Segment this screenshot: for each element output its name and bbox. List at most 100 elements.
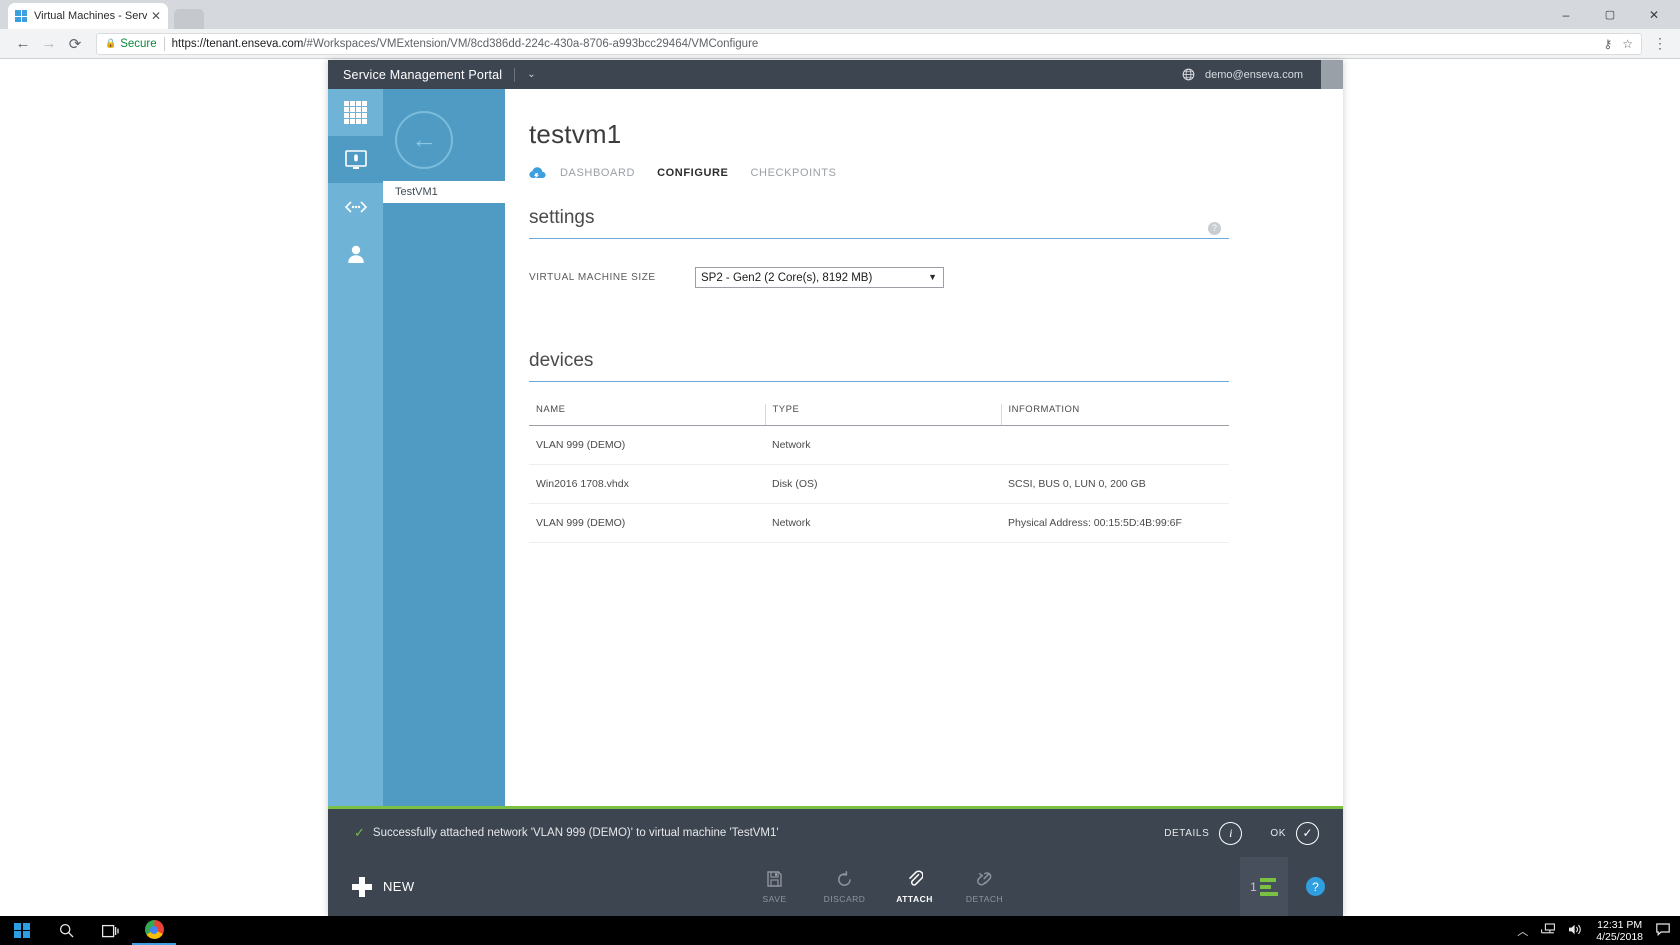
cell-information: Physical Address: 00:15:5D:4B:99:6F <box>1001 503 1229 543</box>
tab-dashboard[interactable]: DASHBOARD <box>560 167 635 179</box>
chrome-browser-window: Virtual Machines - Servic ✕ – ▢ ✕ ← → ⟳ … <box>0 0 1680 916</box>
tab-checkpoints[interactable]: CHECKPOINTS <box>751 167 837 179</box>
forward-icon[interactable]: → <box>36 31 62 57</box>
sidebar-item-virtual-machines[interactable] <box>328 136 383 183</box>
log-bars-icon <box>1259 877 1278 896</box>
service-management-portal: Service Management Portal ⌄ demo@enseva.… <box>328 60 1343 916</box>
tab-bar: DASHBOARD CONFIGURE CHECKPOINTS <box>529 166 1283 180</box>
subnav-item-testvm1[interactable]: TestVM1 <box>383 181 505 203</box>
plus-icon <box>352 876 372 897</box>
attach-icon <box>907 869 923 889</box>
subnav-item-label: TestVM1 <box>395 186 438 198</box>
page-canvas: Service Management Portal ⌄ demo@enseva.… <box>0 60 1680 916</box>
help-icon[interactable]: ? <box>1306 877 1325 896</box>
details-label[interactable]: DETAILS <box>1164 828 1209 839</box>
cell-type: Network <box>765 425 1001 465</box>
network-tray-icon[interactable] <box>1541 922 1556 939</box>
settings-section-header: settings <box>529 207 1229 229</box>
new-button[interactable]: NEW <box>328 876 415 897</box>
grid-icon <box>344 101 367 124</box>
back-icon[interactable]: ← <box>10 31 36 57</box>
taskbar-clock[interactable]: 12:31 PM 4/25/2018 <box>1596 919 1643 943</box>
command-bar: NEW SAVE DISCARD ATTACH DETACH 1 ? <box>328 857 1343 916</box>
task-view-icon[interactable] <box>88 916 132 945</box>
attach-button[interactable]: ATTACH <box>880 869 950 904</box>
address-bar[interactable]: 🔒 Secure https://tenant.enseva.com/#Work… <box>96 32 1642 55</box>
ok-label[interactable]: OK <box>1270 828 1286 839</box>
avatar[interactable] <box>1321 60 1343 89</box>
notification-bar: ✓ Successfully attached network 'VLAN 99… <box>328 809 1343 857</box>
lock-icon: 🔒 <box>105 38 117 48</box>
settings-help-icon[interactable]: ? <box>1208 222 1221 235</box>
detach-button[interactable]: DETACH <box>950 869 1020 904</box>
devices-table: NAME TYPE INFORMATION VLAN 999 (DEMO) Ne… <box>529 404 1229 543</box>
portal-subnav: ← TestVM1 <box>383 89 505 809</box>
activity-log-button[interactable]: 1 <box>1240 857 1288 916</box>
volume-icon[interactable] <box>1568 923 1583 939</box>
maximize-button[interactable]: ▢ <box>1588 8 1632 21</box>
portal-body: ← TestVM1 testvm1 DASHBOARD CONFIGURE CH… <box>328 89 1343 916</box>
tray-expand-icon[interactable]: ︿ <box>1517 923 1528 939</box>
devices-divider <box>529 381 1229 382</box>
star-icon[interactable]: ☆ <box>1622 37 1633 51</box>
discard-button[interactable]: DISCARD <box>810 869 880 904</box>
check-icon[interactable]: ✓ <box>1296 821 1319 845</box>
activity-log-count: 1 <box>1250 879 1257 894</box>
chevron-down-icon[interactable]: ⌄ <box>527 69 535 80</box>
minimize-button[interactable]: – <box>1544 8 1588 22</box>
person-icon <box>347 245 364 263</box>
vm-size-select[interactable]: SP2 - Gen2 (2 Core(s), 8192 MB) <box>695 267 944 288</box>
column-header-type: TYPE <box>765 404 1002 426</box>
sidebar-item-user-accounts[interactable] <box>328 230 383 277</box>
table-row[interactable]: VLAN 999 (DEMO) Network Physical Address… <box>529 503 1229 543</box>
sidebar-item-all-items[interactable] <box>328 89 383 136</box>
close-icon[interactable]: ✕ <box>151 10 161 22</box>
windows-start-icon[interactable] <box>0 916 44 945</box>
column-header-name: NAME <box>529 404 766 426</box>
cell-type: Disk (OS) <box>765 464 1001 504</box>
detach-label: DETACH <box>965 894 1004 904</box>
vm-size-field-row: VIRTUAL MACHINE SIZE SP2 - Gen2 (2 Core(… <box>529 267 1283 288</box>
browser-toolbar: ← → ⟳ 🔒 Secure https://tenant.enseva.com… <box>0 29 1680 59</box>
url-host: https://tenant.enseva.com <box>171 37 304 50</box>
windows-logo-icon <box>15 10 27 22</box>
cell-name: Win2016 1708.vhdx <box>529 464 765 504</box>
table-row[interactable]: VLAN 999 (DEMO) Network <box>529 425 1229 465</box>
notification-message: Successfully attached network 'VLAN 999 … <box>372 827 779 839</box>
cell-name: VLAN 999 (DEMO) <box>529 503 765 543</box>
back-arrow-icon: ← <box>411 123 437 154</box>
save-label: SAVE <box>762 894 787 904</box>
search-icon[interactable] <box>44 916 88 945</box>
chrome-taskbar-button[interactable] <box>132 916 176 945</box>
portal-top-bar: Service Management Portal ⌄ demo@enseva.… <box>328 60 1343 89</box>
close-window-button[interactable]: ✕ <box>1632 8 1676 22</box>
cell-name: VLAN 999 (DEMO) <box>529 425 765 465</box>
browser-menu-icon[interactable]: ⋮ <box>1650 35 1670 52</box>
portal-content: testvm1 DASHBOARD CONFIGURE CHECKPOINTS <box>505 89 1343 809</box>
column-header-information: INFORMATION <box>1001 404 1229 426</box>
save-button[interactable]: SAVE <box>740 869 810 904</box>
table-row[interactable]: Win2016 1708.vhdx Disk (OS) SCSI, BUS 0,… <box>529 464 1229 504</box>
network-icon <box>344 200 367 213</box>
info-icon[interactable]: i <box>1219 821 1243 845</box>
key-icon[interactable]: ⚷ <box>1603 37 1612 51</box>
new-button-label: NEW <box>383 879 415 894</box>
reload-icon[interactable]: ⟳ <box>62 31 88 57</box>
globe-icon[interactable] <box>1182 68 1195 81</box>
chrome-icon <box>144 920 164 939</box>
tab-configure[interactable]: CONFIGURE <box>657 167 728 179</box>
back-button[interactable]: ← <box>395 111 453 169</box>
discard-label: DISCARD <box>823 894 866 904</box>
monitor-icon <box>344 149 367 169</box>
new-tab-button[interactable] <box>174 9 204 29</box>
devices-heading: devices <box>529 350 594 371</box>
sidebar-item-networks[interactable] <box>328 183 383 230</box>
action-center-icon[interactable] <box>1656 922 1670 939</box>
user-email-label[interactable]: demo@enseva.com <box>1205 69 1303 81</box>
browser-tab[interactable]: Virtual Machines - Servic ✕ <box>8 3 168 29</box>
omnibox-divider <box>163 36 165 51</box>
browser-tab-title: Virtual Machines - Servic <box>34 10 147 22</box>
windows-taskbar: ︿ 12:31 PM 4/25/2018 <box>0 916 1680 945</box>
secure-label: Secure <box>120 37 157 50</box>
clock-time: 12:31 PM <box>1597 918 1643 931</box>
